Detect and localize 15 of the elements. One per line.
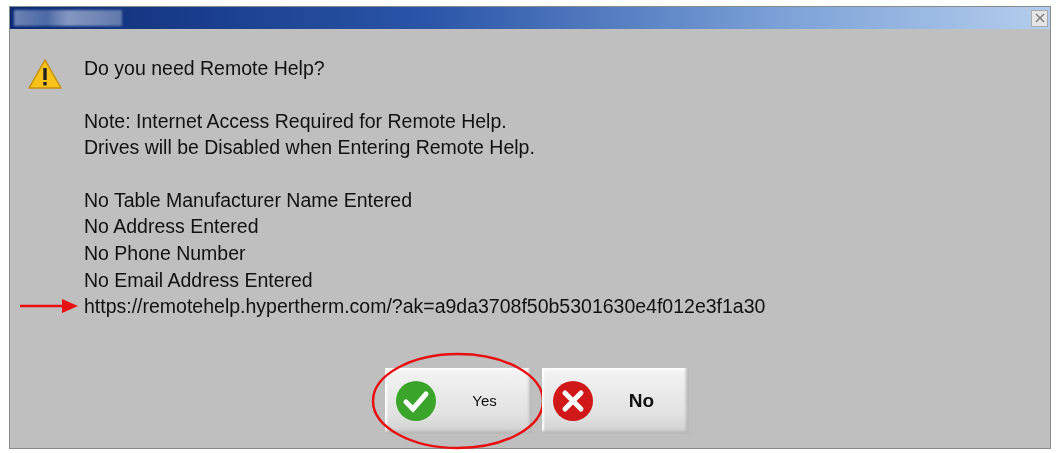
check-icon [395,379,437,422]
status-text: No Email Address Entered [84,267,314,293]
status-text: No Table Manufacturer Name Entered [84,187,414,213]
no-button[interactable]: No [542,367,689,434]
question-text: Do you need Remote Help? [84,56,326,81]
note-text: Drives will be Disabled when Entering Remote Help. [84,135,536,161]
close-button[interactable] [1031,9,1048,27]
cross-icon [552,379,594,422]
url-text: https://remotehelp.hypertherm.com/?ak=a9da3708f50b5301630e4f012e3f1a30 [84,295,766,318]
yes-button[interactable]: Yes [385,367,532,434]
status-text: No Phone Number [84,240,247,266]
warning-icon [27,58,63,90]
close-icon [1034,13,1045,23]
status-text: No Address Entered [84,214,260,240]
note-text: Note: Internet Access Required for Remote Help. [84,108,508,134]
